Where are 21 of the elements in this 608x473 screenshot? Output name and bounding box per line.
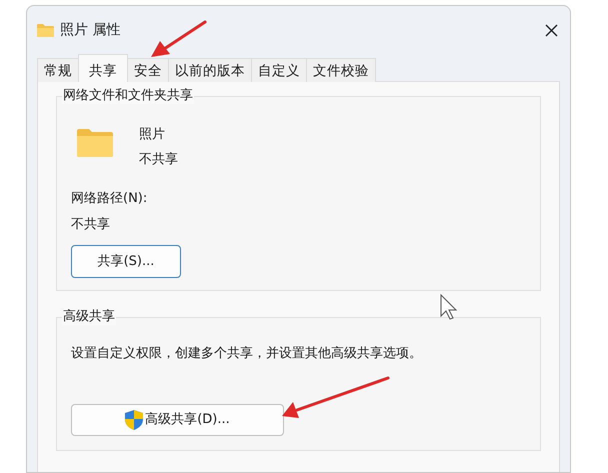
folder-icon <box>77 129 113 157</box>
folder-icon <box>37 23 54 37</box>
tab[interactable]: 共享 <box>78 54 128 82</box>
tab[interactable]: 安全 <box>127 58 169 82</box>
group-legend: 网络文件和文件夹共享 <box>62 88 194 104</box>
close-icon[interactable] <box>545 24 558 36</box>
shield-icon <box>125 410 144 430</box>
description-text: 设置自定义权限，创建多个共享，并设置其他高级共享选项。 <box>71 345 423 363</box>
advanced-sharing-button[interactable]: 高级共享(D)... <box>71 404 284 436</box>
share-status: 不共享 <box>139 150 178 168</box>
path-label: 网络路径(N): <box>71 190 148 208</box>
group-legend: 高级共享 <box>62 309 116 325</box>
annotation-arrow <box>151 20 206 57</box>
tab[interactable]: 自定义 <box>251 58 307 82</box>
tab[interactable]: 以前的版本 <box>168 58 252 82</box>
tab[interactable]: 文件校验 <box>306 58 376 82</box>
share-button[interactable]: 共享(S)... <box>71 245 181 278</box>
path-value: 不共享 <box>71 216 111 234</box>
tab[interactable]: 常规 <box>37 58 79 82</box>
folder-name: 照片 <box>139 126 166 144</box>
window-title: 照片 属性 <box>60 20 120 40</box>
